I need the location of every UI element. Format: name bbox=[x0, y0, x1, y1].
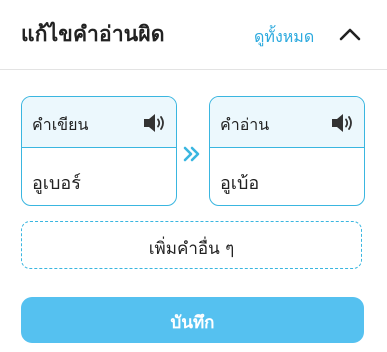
written-word-speaker-button[interactable] bbox=[143, 113, 167, 133]
add-more-words-button[interactable]: เพิ่มคำอื่น ๆ bbox=[21, 221, 362, 269]
speaker-icon bbox=[144, 114, 164, 132]
panel-header: แก้ไขคำอ่านผิด ดูทั้งหมด bbox=[0, 0, 387, 70]
reading-speaker-button[interactable] bbox=[331, 113, 355, 133]
double-chevron-right-icon bbox=[183, 146, 201, 162]
view-all-link[interactable]: ดูทั้งหมด bbox=[254, 25, 314, 50]
panel-title: แก้ไขคำอ่านผิด bbox=[21, 22, 165, 46]
pronunciation-correction-panel: แก้ไขคำอ่านผิด ดูทั้งหมด คำเขียน อูเบอร์ bbox=[0, 0, 387, 352]
reading-header: คำอ่าน bbox=[210, 97, 364, 148]
written-word-card: คำเขียน อูเบอร์ bbox=[21, 96, 177, 206]
save-button[interactable]: บันทึก bbox=[21, 297, 364, 343]
save-button-label: บันทึก bbox=[170, 313, 215, 333]
written-word-header: คำเขียน bbox=[22, 97, 176, 148]
chevron-up-icon bbox=[339, 28, 361, 41]
reading-card: คำอ่าน อูเบ้อ bbox=[209, 96, 365, 206]
written-word-value[interactable]: อูเบอร์ bbox=[32, 168, 81, 197]
add-more-words-label: เพิ่มคำอื่น ๆ bbox=[148, 239, 235, 259]
written-word-label: คำเขียน bbox=[32, 115, 89, 134]
reading-value[interactable]: อูเบ้อ bbox=[220, 168, 259, 197]
speaker-icon bbox=[332, 114, 352, 132]
reading-label: คำอ่าน bbox=[220, 115, 270, 134]
collapse-button[interactable] bbox=[336, 20, 364, 48]
